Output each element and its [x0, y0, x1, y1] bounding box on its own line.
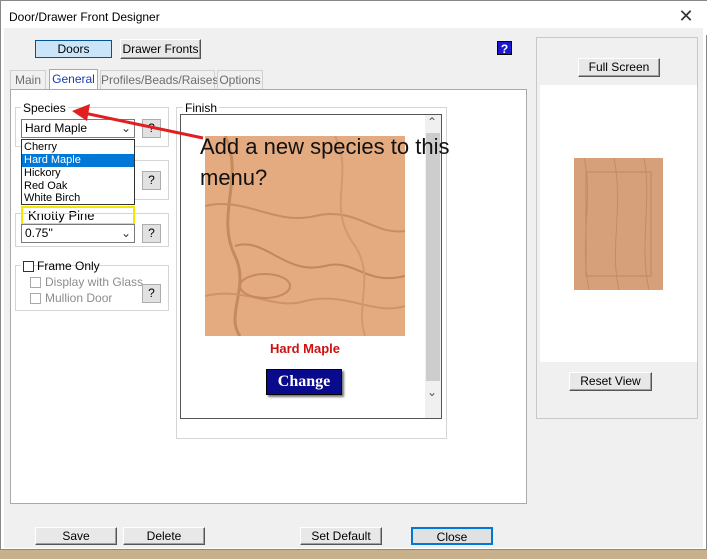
annotation-line-1: Add a new species to this	[200, 134, 450, 159]
frame-only-label: Frame Only	[37, 259, 100, 273]
window-title: Door/Drawer Front Designer	[9, 10, 160, 24]
mullion-help-button[interactable]: ?	[142, 284, 161, 303]
annotation-line-2: menu?	[200, 165, 268, 190]
species-option-white-birch[interactable]: White Birch	[22, 192, 134, 205]
change-finish-button[interactable]: Change	[266, 369, 342, 395]
window-close-button[interactable]: ✕	[671, 5, 701, 27]
arrow-head	[72, 104, 90, 121]
close-button[interactable]: Close	[411, 527, 493, 545]
frame-only-row[interactable]: Frame Only	[21, 258, 100, 274]
frame-only-checkbox[interactable]	[23, 261, 34, 272]
drawer-fronts-button[interactable]: Drawer Fronts	[120, 39, 201, 59]
reset-view-button[interactable]: Reset View	[569, 372, 652, 391]
tab-general[interactable]: General	[49, 69, 98, 90]
annotation-text: Add a new species to this menu?	[200, 131, 449, 193]
set-default-button[interactable]: Set Default	[300, 527, 382, 545]
extra-help-button[interactable]: ?	[142, 171, 161, 190]
chevron-down-icon: ⌄	[120, 226, 131, 240]
mullion-door-checkbox[interactable]	[30, 293, 41, 304]
finish-name: Hard Maple	[269, 341, 341, 356]
tab-options[interactable]: Options	[217, 70, 263, 89]
thickness-value: 0.75''	[25, 226, 53, 240]
chevron-up-icon[interactable]: ⌃	[427, 115, 437, 129]
display-with-glass-label: Display with Glass	[45, 275, 144, 289]
full-screen-button[interactable]: Full Screen	[578, 58, 660, 77]
thickness-select[interactable]: 0.75'' ⌄	[21, 224, 135, 243]
delete-button[interactable]: Delete	[123, 527, 205, 545]
save-button[interactable]: Save	[35, 527, 117, 545]
arrow-shaft	[83, 111, 204, 140]
doors-button[interactable]: Doors	[35, 40, 112, 58]
display-with-glass-row[interactable]: Display with Glass	[29, 275, 149, 291]
chevron-down-icon[interactable]: ⌄	[427, 385, 437, 399]
species-option-hickory[interactable]: Hickory	[22, 167, 134, 180]
tab-profiles-beads-raises[interactable]: Profiles/Beads/Raises	[100, 70, 218, 89]
door-preview-image	[574, 158, 663, 290]
help-icon[interactable]: ?	[497, 41, 512, 56]
tab-main[interactable]: Main	[10, 70, 46, 89]
display-with-glass-checkbox[interactable]	[30, 277, 41, 288]
species-option-hard-maple[interactable]: Hard Maple	[22, 154, 134, 167]
arrow-left-icon	[72, 104, 204, 140]
thickness-help-button[interactable]: ?	[142, 224, 161, 243]
mullion-door-row[interactable]: Mullion Door	[29, 291, 129, 307]
mullion-door-label: Mullion Door	[45, 291, 113, 305]
